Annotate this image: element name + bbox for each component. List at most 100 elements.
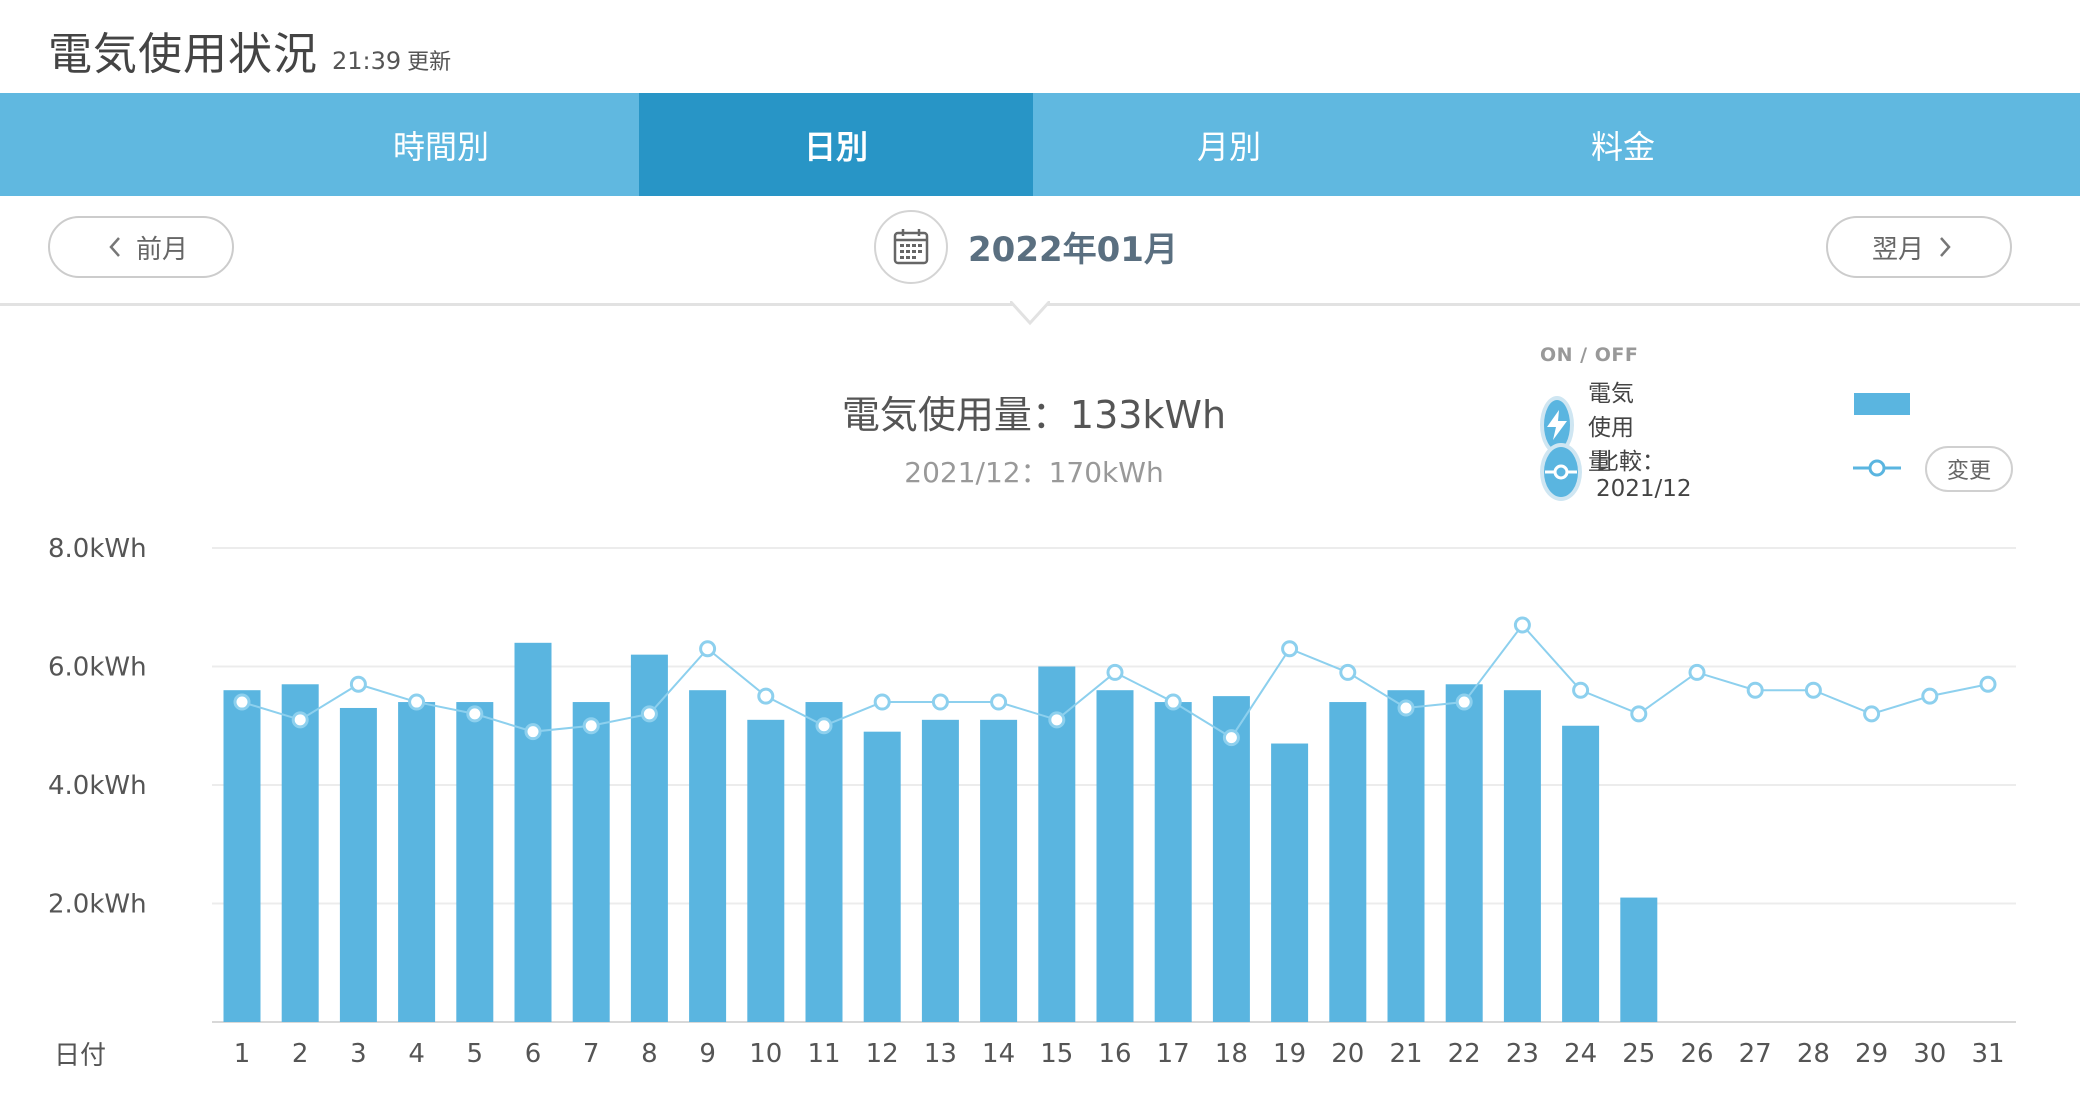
line-marker-icon	[1545, 464, 1577, 480]
x-tick-label: 14	[982, 1039, 1015, 1069]
calendar-icon	[893, 229, 929, 265]
tab-hourly[interactable]: 時間別	[244, 93, 638, 196]
tab-monthly[interactable]: 月別	[1032, 93, 1426, 196]
page-title: 電気使用状況	[48, 29, 318, 80]
x-tick-label: 9	[699, 1039, 716, 1069]
usage-bar	[1096, 690, 1134, 1022]
compare-point	[1630, 705, 1648, 723]
compare-point	[699, 640, 717, 658]
usage-bar	[980, 719, 1018, 1022]
usage-legend-swatch	[1854, 393, 1910, 415]
usage-bar	[223, 690, 261, 1022]
usage-bar	[1503, 690, 1541, 1022]
change-compare-button[interactable]: 変更	[1925, 446, 2013, 492]
x-axis-label: 日付	[54, 1041, 106, 1071]
x-tick-label: 3	[350, 1039, 367, 1069]
x-tick-label: 27	[1739, 1039, 1772, 1069]
x-tick-label: 12	[866, 1039, 899, 1069]
usage-bar	[1154, 702, 1192, 1022]
next-month-button[interactable]: 翌月	[1826, 216, 2012, 278]
usage-bar	[572, 702, 610, 1022]
legend-compare: 比較：2021/12	[1540, 442, 1708, 502]
compare-point	[408, 693, 426, 711]
update-label: 更新	[407, 50, 452, 75]
compare-point	[1863, 705, 1881, 723]
x-tick-label: 23	[1506, 1039, 1539, 1069]
calendar-button[interactable]	[874, 210, 948, 284]
month-navigation: 前月 2022年01月 翌月	[0, 196, 2080, 306]
x-tick-label: 17	[1157, 1039, 1190, 1069]
x-tick-label: 28	[1797, 1039, 1830, 1069]
x-tick-label: 19	[1273, 1039, 1306, 1069]
x-tick-label: 4	[408, 1039, 425, 1069]
tab-bar: 時間別 日別 月別 料金	[0, 93, 2080, 196]
x-tick-label: 24	[1564, 1039, 1597, 1069]
y-tick-label: 6.0kWh	[48, 653, 147, 683]
compare-point	[757, 687, 775, 705]
on-off-label: ON / OFF	[1540, 344, 1639, 366]
usage-bar	[805, 702, 843, 1022]
compare-point	[349, 675, 367, 693]
x-tick-label: 22	[1448, 1039, 1481, 1069]
page-header: 電気使用状況 21:39 更新	[48, 18, 452, 80]
month-pointer	[1010, 299, 1050, 326]
daily-usage-chart: 2.0kWh4.0kWh6.0kWh8.0kWh1 2 3 4 5 6 7 8 9 10 11 12 1…	[48, 534, 2016, 1071]
x-tick-label: 7	[583, 1039, 600, 1069]
x-tick-label: 10	[749, 1039, 782, 1069]
usage-bar	[921, 719, 959, 1022]
x-tick-label: 2	[292, 1039, 309, 1069]
compare-point	[524, 723, 542, 741]
x-tick-label: 30	[1913, 1039, 1946, 1069]
compare-point	[1979, 675, 1997, 693]
compare-total: 2021/12：170kWh	[904, 456, 1164, 489]
compare-point	[1455, 693, 1473, 711]
chevron-left-icon	[109, 237, 120, 257]
usage-bar	[339, 707, 377, 1022]
compare-point	[1164, 693, 1182, 711]
compare-point	[1397, 699, 1415, 717]
usage-bar	[398, 702, 436, 1022]
compare-point	[466, 705, 484, 723]
x-tick-label: 8	[641, 1039, 658, 1069]
current-month: 2022年01月	[968, 230, 1178, 270]
compare-point	[1746, 681, 1764, 699]
compare-toggle[interactable]	[1540, 443, 1582, 501]
compare-point	[1106, 663, 1124, 681]
x-tick-label: 13	[924, 1039, 957, 1069]
lightning-icon	[1547, 410, 1567, 440]
compare-legend-swatch	[1853, 459, 1901, 477]
tab-fee[interactable]: 料金	[1426, 93, 1820, 196]
compare-point	[990, 693, 1008, 711]
compare-point	[1281, 640, 1299, 658]
compare-point	[582, 717, 600, 735]
x-tick-label: 18	[1215, 1039, 1248, 1069]
usage-bar	[1271, 743, 1309, 1022]
compare-point	[1513, 616, 1531, 634]
prev-month-button[interactable]: 前月	[48, 216, 234, 278]
usage-bar	[1329, 702, 1367, 1022]
usage-bar	[1387, 690, 1425, 1022]
usage-bar	[514, 642, 552, 1022]
compare-point	[931, 693, 949, 711]
x-tick-label: 6	[525, 1039, 542, 1069]
compare-point	[1804, 681, 1822, 699]
chevron-right-icon	[1940, 237, 1951, 257]
tab-daily[interactable]: 日別	[639, 93, 1033, 196]
x-tick-label: 15	[1040, 1039, 1073, 1069]
x-tick-label: 26	[1680, 1039, 1713, 1069]
compare-point	[1921, 687, 1939, 705]
usage-total: 電気使用量：133kWh	[841, 393, 1227, 437]
usage-bar	[863, 731, 901, 1022]
usage-summary: 電気使用量：133kWh 2021/12：170kWh	[0, 384, 2068, 491]
x-tick-label: 11	[807, 1039, 840, 1069]
compare-point	[1688, 663, 1706, 681]
compare-point	[233, 693, 251, 711]
compare-point	[640, 705, 658, 723]
usage-bar	[689, 690, 727, 1022]
usage-bar	[747, 719, 785, 1022]
y-tick-label: 4.0kWh	[48, 771, 147, 801]
chart-legend: ON / OFF 電気使用量 比較：2021/12 変更	[1540, 344, 2013, 502]
compare-point	[873, 693, 891, 711]
x-tick-label: 1	[234, 1039, 251, 1069]
x-tick-label: 5	[467, 1039, 484, 1069]
